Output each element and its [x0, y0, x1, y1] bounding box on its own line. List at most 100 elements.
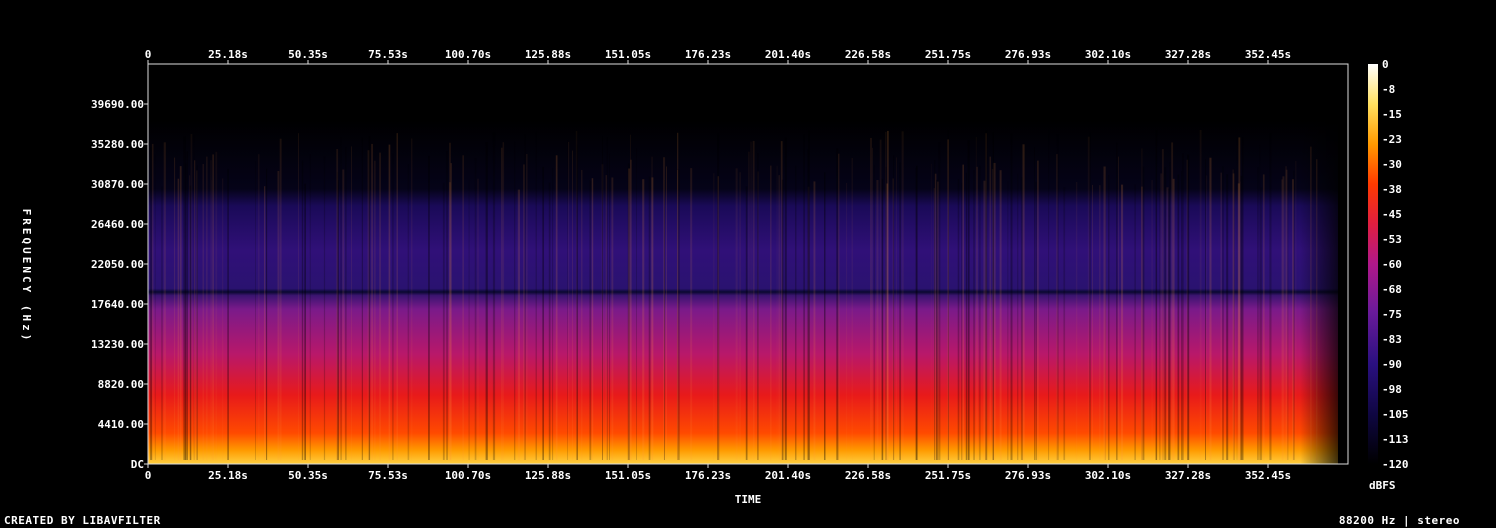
spectrogram-streak	[636, 148, 637, 460]
colorbar-label: dBFS	[1369, 479, 1396, 492]
colorbar-tick-label: -23	[1382, 133, 1402, 146]
spectrogram-streak	[1160, 173, 1163, 460]
spectrogram-streak	[962, 164, 964, 460]
spectrogram-streak	[983, 180, 986, 460]
x-tick-label-bottom: 25.18s	[208, 469, 248, 482]
spectrogram-streak	[609, 153, 610, 461]
spectrogram-streak	[999, 170, 1002, 460]
y-tick-label: 22050.00	[91, 258, 144, 271]
spectrogram-streak	[991, 168, 994, 460]
spectrogram-streak	[1099, 185, 1101, 460]
spectrogram-streak	[1141, 186, 1143, 460]
spectrogram-streak	[1108, 175, 1110, 460]
spectrogram-streak	[601, 164, 604, 460]
spectrogram-streak	[373, 160, 376, 460]
spectrogram-streak	[257, 154, 260, 460]
spectrogram-streak	[186, 151, 188, 461]
spectrogram-streak	[524, 134, 526, 460]
spectrogram-streak	[611, 177, 614, 460]
x-axis-bottom: 0 25.18s 50.35s 75.53s 100.70s 125.88s 151.05s…	[145, 464, 1291, 482]
spectrogram-streak	[1103, 166, 1106, 460]
spectrogram-streak	[770, 165, 772, 460]
spectrogram-streak	[851, 157, 853, 460]
spectrogram-streak	[757, 153, 759, 460]
spectrogram-streak	[501, 147, 503, 460]
spectrogram-streak	[1182, 153, 1184, 460]
x-tick-label-top: 276.93s	[1005, 48, 1051, 61]
spectrogram-streak	[872, 147, 873, 461]
spectrogram-streak	[978, 165, 981, 460]
x-tick-label-top: 0	[145, 48, 152, 61]
spectrogram-streak	[901, 131, 904, 461]
spectrogram-streak	[1205, 159, 1206, 460]
x-tick-label-top: 125.88s	[525, 48, 571, 61]
spectrogram-streak	[605, 175, 608, 460]
spectrogram-streak	[567, 140, 568, 461]
colorbar-tick-label: -75	[1382, 308, 1402, 321]
y-axis-title: FREQUENCY (Hz)	[20, 209, 33, 344]
x-tick-label-top: 50.35s	[288, 48, 328, 61]
spectrogram-streak	[340, 137, 342, 460]
spectrogram-streak	[781, 179, 784, 460]
spectrogram-streak	[215, 151, 218, 461]
spectrogram-streak	[717, 176, 719, 460]
spectrogram-streak	[1151, 180, 1153, 460]
spectrogram-streak	[572, 150, 573, 460]
spectrogram-streak	[881, 178, 884, 461]
spectrogram-streak	[1257, 167, 1259, 461]
spectrogram-streak	[1282, 176, 1285, 461]
y-axis: DC 4410.00 8820.00 13230.00 17640.00 22050.00…	[91, 98, 148, 471]
spectrogram-streak	[784, 137, 787, 460]
spectrogram-streak	[808, 130, 810, 460]
spectrogram-streak	[222, 178, 224, 460]
spectrogram-streak	[1287, 177, 1289, 460]
spectrogram-streak	[468, 179, 470, 460]
spectrogram-streak	[361, 137, 363, 460]
spectrogram-streak	[542, 166, 544, 461]
spectrogram-streak	[514, 141, 516, 460]
spectrogram-streak	[298, 133, 299, 460]
spectrogram-streak	[1022, 144, 1025, 461]
spectrogram-streak	[1142, 166, 1145, 460]
spectrogram-streak	[776, 165, 778, 460]
spectrogram-streak	[194, 160, 196, 461]
spectrogram-streak	[211, 180, 213, 460]
colorbar-tick-label: -8	[1382, 83, 1395, 96]
spectrogram-streak	[1220, 172, 1222, 460]
spectrogram-streak	[1159, 188, 1161, 460]
spectrogram-streak	[934, 160, 936, 460]
created-by-credit: CREATED BY LIBAVFILTER	[4, 514, 161, 527]
spectrogram-streak	[210, 160, 212, 460]
x-tick-label-bottom: 226.58s	[845, 469, 891, 482]
spectrogram-streak	[976, 166, 978, 461]
spectrogram-streak	[824, 172, 826, 461]
spectrogram-streak	[371, 143, 373, 460]
colorbar-tick-label: -120	[1382, 458, 1409, 471]
spectrogram-streak	[1281, 179, 1283, 460]
spectrogram-streak	[803, 134, 805, 460]
spectrogram-streak	[589, 180, 591, 460]
spectrogram-tail-fade	[1300, 120, 1348, 464]
spectrogram-streak	[1075, 182, 1078, 460]
spectrogram-streak	[887, 130, 889, 460]
spectrogram-streak	[630, 159, 632, 460]
x-tick-label-bottom: 327.28s	[1165, 469, 1211, 482]
format-info: 88200 Hz | stereo	[1338, 514, 1460, 527]
spectrogram-streak	[342, 169, 345, 460]
colorbar-tick-label: -53	[1382, 233, 1402, 246]
spectrogram-streak	[581, 169, 583, 460]
spectrogram-streak	[526, 154, 528, 460]
x-tick-label-top: 226.58s	[845, 48, 891, 61]
spectrogram-streak	[838, 153, 840, 460]
spectrogram-streak	[196, 165, 198, 460]
spectrogram-streak	[568, 142, 570, 460]
spectrogram-streak	[642, 179, 645, 460]
spectrogram-streak	[1056, 134, 1059, 460]
spectrogram-streak	[462, 155, 464, 461]
x-tick-label-top: 251.75s	[925, 48, 971, 61]
spectrogram-streak	[279, 138, 282, 460]
spectrogram-streak	[552, 168, 554, 461]
x-tick-label-top: 75.53s	[368, 48, 408, 61]
spectrogram-streak	[666, 166, 667, 460]
spectrogram-streak	[1089, 132, 1091, 460]
